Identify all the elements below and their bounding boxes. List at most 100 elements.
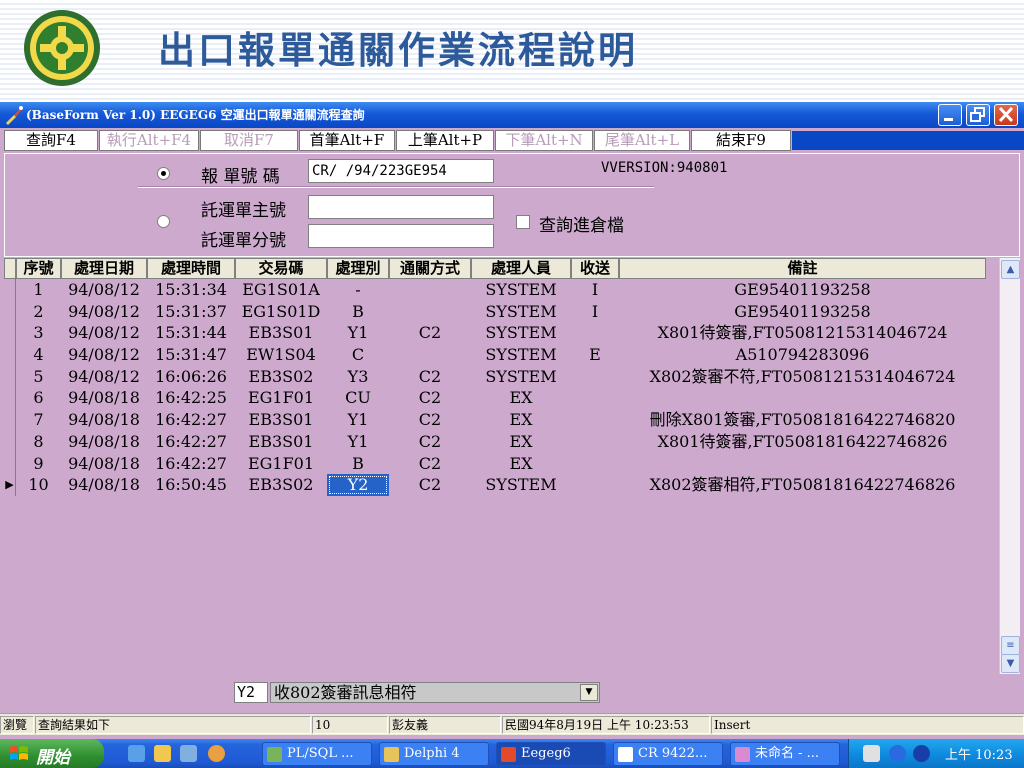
cell-operator[interactable]: EX xyxy=(471,387,571,409)
cell-time[interactable]: 16:06:26 xyxy=(147,366,235,388)
table-row[interactable]: 2 94/08/12 15:31:37 EG1S01D B SYSTEM I GE954011… xyxy=(4,300,986,323)
cell-sendrecv[interactable] xyxy=(571,474,619,496)
code-input[interactable]: Y2 xyxy=(234,682,268,703)
vertical-scrollbar[interactable]: ▲ ≡ ▼ xyxy=(999,258,1020,674)
cell-remark[interactable]: X801待簽審,FT05081816422746826 xyxy=(619,431,986,453)
cell-action[interactable]: B xyxy=(327,301,389,323)
cell-action[interactable]: Y2 xyxy=(327,474,389,496)
cell-operator[interactable]: SYSTEM xyxy=(471,344,571,366)
network-icon[interactable] xyxy=(913,745,930,762)
cell-time[interactable]: 15:31:47 xyxy=(147,344,235,366)
cell-clearance[interactable]: C2 xyxy=(389,474,471,496)
cell-sendrecv[interactable] xyxy=(571,431,619,453)
cell-seq[interactable]: 10 xyxy=(16,474,61,496)
row-indicator[interactable] xyxy=(4,300,16,323)
cell-txcode[interactable]: EG1S01D xyxy=(235,301,327,323)
close-button[interactable] xyxy=(994,104,1018,126)
cell-date[interactable]: 94/08/18 xyxy=(61,431,147,453)
cell-clearance[interactable] xyxy=(389,301,471,323)
cell-date[interactable]: 94/08/18 xyxy=(61,453,147,475)
row-indicator[interactable] xyxy=(4,365,16,388)
cell-sendrecv[interactable]: I xyxy=(571,301,619,323)
next-record-button[interactable]: 下筆Alt+N xyxy=(495,130,593,151)
cell-date[interactable]: 94/08/12 xyxy=(61,301,147,323)
desktop-icon[interactable] xyxy=(180,745,197,762)
folder-icon[interactable] xyxy=(154,745,171,762)
col-header-operator[interactable]: 處理人員 xyxy=(471,258,571,279)
col-header-time[interactable]: 處理時間 xyxy=(147,258,235,279)
mawb-input[interactable] xyxy=(308,195,494,219)
hawb-input[interactable] xyxy=(308,224,494,248)
cell-remark[interactable]: A510794283096 xyxy=(619,344,986,366)
task-eegeg6[interactable]: Eegeg6 xyxy=(496,742,606,766)
cell-operator[interactable]: SYSTEM xyxy=(471,474,571,496)
row-indicator[interactable] xyxy=(4,452,16,475)
cell-sendrecv[interactable] xyxy=(571,453,619,475)
cell-txcode[interactable]: EB3S01 xyxy=(235,322,327,344)
cell-time[interactable]: 15:31:34 xyxy=(147,279,235,301)
cell-seq[interactable]: 3 xyxy=(16,322,61,344)
cell-time[interactable]: 16:42:27 xyxy=(147,409,235,431)
cell-clearance[interactable]: C2 xyxy=(389,409,471,431)
waybill-radio[interactable] xyxy=(157,215,170,228)
cell-remark[interactable]: X802簽審相符,FT05081816422746826 xyxy=(619,474,986,496)
cell-time[interactable]: 15:31:44 xyxy=(147,322,235,344)
cell-operator[interactable]: SYSTEM xyxy=(471,322,571,344)
execute-button[interactable]: 執行Alt+F4 xyxy=(99,130,199,151)
decl-no-input[interactable]: CR/ /94/223GE954 xyxy=(308,159,494,183)
cell-sendrecv[interactable] xyxy=(571,322,619,344)
cell-sendrecv[interactable]: E xyxy=(571,344,619,366)
cell-date[interactable]: 94/08/18 xyxy=(61,387,147,409)
cell-date[interactable]: 94/08/12 xyxy=(61,344,147,366)
table-row[interactable]: 6 94/08/18 16:42:25 EG1F01 CU C2 EX xyxy=(4,387,986,410)
table-row[interactable]: 7 94/08/18 16:42:27 EB3S01 Y1 C2 EX 刪除X801簽審,FT… xyxy=(4,409,986,431)
row-indicator[interactable] xyxy=(4,387,16,410)
col-header-txcode[interactable]: 交易碼 xyxy=(235,258,327,279)
table-row[interactable]: 9 94/08/18 16:42:27 EG1F01 B C2 EX xyxy=(4,452,986,475)
cell-sendrecv[interactable]: I xyxy=(571,279,619,301)
row-indicator[interactable]: ▶ xyxy=(4,474,16,496)
col-header-remark[interactable]: 備註 xyxy=(619,258,986,279)
tray-expand-icon[interactable] xyxy=(889,745,906,762)
cell-time[interactable]: 15:31:37 xyxy=(147,301,235,323)
cell-action[interactable]: Y1 xyxy=(327,322,389,344)
table-row[interactable]: 5 94/08/12 16:06:26 EB3S02 Y3 C2 SYSTEM X802簽審不… xyxy=(4,365,986,388)
cell-action[interactable]: - xyxy=(327,279,389,301)
table-row[interactable]: 4 94/08/12 15:31:47 EW1S04 C SYSTEM E A51079428… xyxy=(4,344,986,366)
row-indicator[interactable] xyxy=(4,344,16,366)
cell-txcode[interactable]: EW1S04 xyxy=(235,344,327,366)
table-row[interactable]: 1 94/08/12 15:31:34 EG1S01A - SYSTEM I GE954011… xyxy=(4,279,986,301)
chevron-down-icon[interactable]: ▼ xyxy=(580,684,598,701)
cell-seq[interactable]: 1 xyxy=(16,279,61,301)
cell-operator[interactable]: SYSTEM xyxy=(471,366,571,388)
cell-date[interactable]: 94/08/18 xyxy=(61,409,147,431)
cell-operator[interactable]: SYSTEM xyxy=(471,279,571,301)
cell-remark[interactable]: 刪除X801簽審,FT05081816422746820 xyxy=(619,409,986,431)
cell-date[interactable]: 94/08/12 xyxy=(61,366,147,388)
cell-txcode[interactable]: EG1F01 xyxy=(235,387,327,409)
cell-time[interactable]: 16:42:27 xyxy=(147,453,235,475)
cell-time[interactable]: 16:42:25 xyxy=(147,387,235,409)
warehouse-checkbox[interactable] xyxy=(516,215,530,229)
cell-clearance[interactable]: C2 xyxy=(389,431,471,453)
cell-clearance[interactable]: C2 xyxy=(389,366,471,388)
cell-action[interactable]: Y3 xyxy=(327,366,389,388)
cell-seq[interactable]: 7 xyxy=(16,409,61,431)
cell-sendrecv[interactable] xyxy=(571,409,619,431)
cell-txcode[interactable]: EG1F01 xyxy=(235,453,327,475)
cell-date[interactable]: 94/08/18 xyxy=(61,474,147,496)
cell-remark[interactable]: GE95401193258 xyxy=(619,301,986,323)
col-header-action[interactable]: 處理別 xyxy=(327,258,389,279)
cell-clearance[interactable]: C2 xyxy=(389,322,471,344)
cell-remark[interactable]: GE95401193258 xyxy=(619,279,986,301)
row-indicator[interactable] xyxy=(4,430,16,453)
media-icon[interactable] xyxy=(208,745,225,762)
cell-operator[interactable]: EX xyxy=(471,431,571,453)
cell-action[interactable]: B xyxy=(327,453,389,475)
decl-no-radio[interactable] xyxy=(157,167,170,180)
cell-clearance[interactable]: C2 xyxy=(389,453,471,475)
cell-txcode[interactable]: EB3S01 xyxy=(235,431,327,453)
col-header-sendrecv[interactable]: 收送 xyxy=(571,258,619,279)
row-indicator[interactable] xyxy=(4,279,16,301)
col-header-date[interactable]: 處理日期 xyxy=(61,258,147,279)
